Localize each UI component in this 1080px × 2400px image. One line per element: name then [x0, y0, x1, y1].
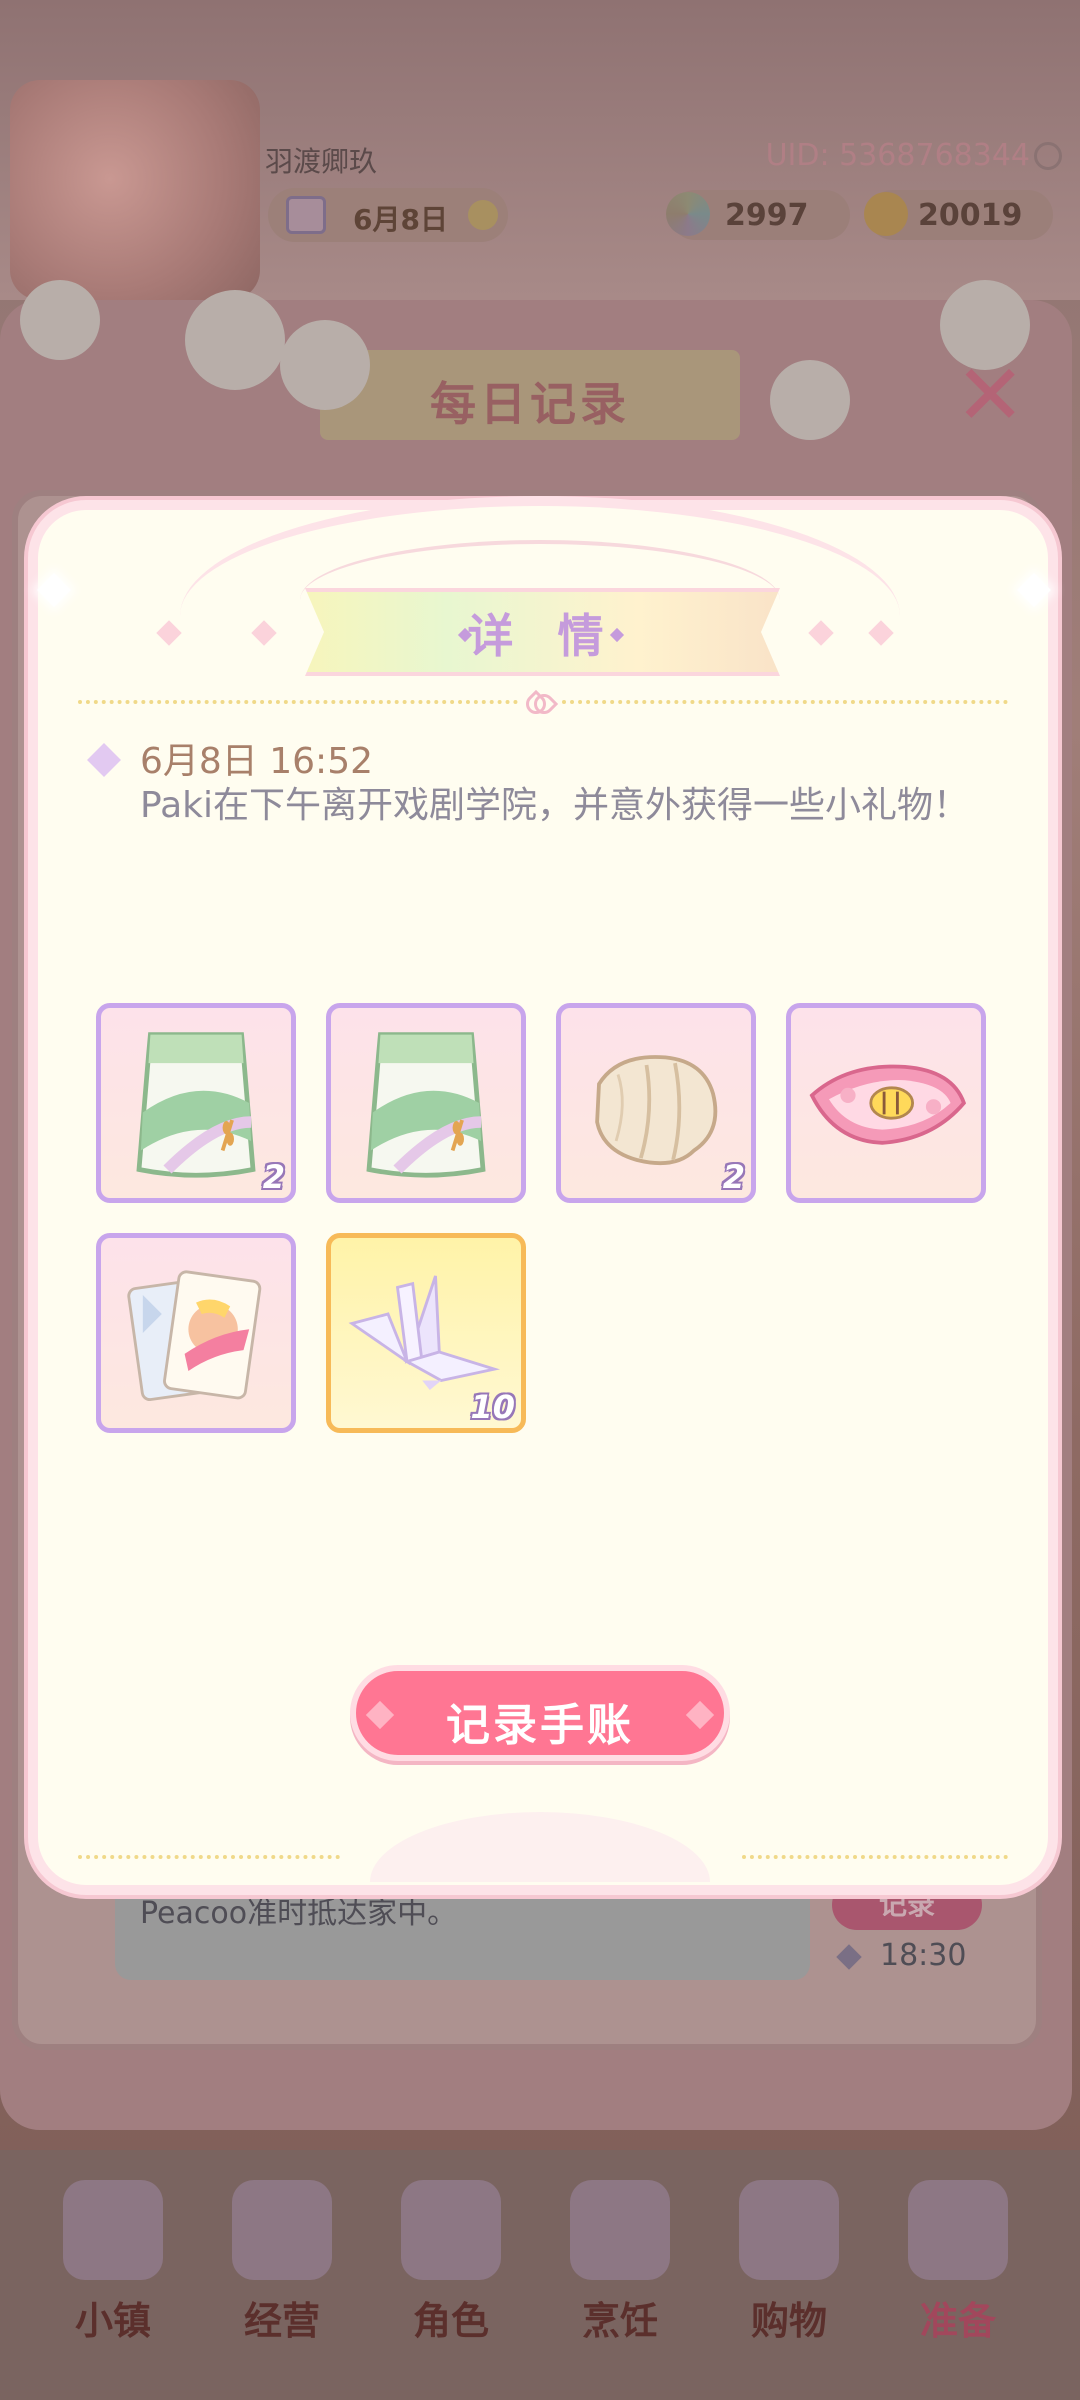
- nav-label: 经营: [243, 2299, 320, 2343]
- gem-count: 2997: [725, 198, 809, 233]
- gem-counter[interactable]: 2997: [666, 190, 850, 240]
- item-count: 10: [470, 1388, 515, 1426]
- avatar[interactable]: [10, 80, 260, 300]
- calendar-icon: [286, 196, 326, 234]
- gem-icon: [666, 192, 710, 236]
- rose-decoration: [20, 280, 100, 360]
- top-bar: 羽渡卿玖 UID: 5368768344 6月8日 2997 20019: [0, 0, 1080, 300]
- item-count: 2: [722, 1158, 745, 1196]
- reward-item-cloth[interactable]: 2: [556, 1003, 756, 1203]
- coin-icon: [864, 192, 908, 236]
- rose-decoration: [280, 320, 370, 410]
- message-text: Paki在下午离开戏剧学院，并意外获得一些小礼物！: [140, 785, 970, 826]
- nav-prepare[interactable]: 准备: [883, 2180, 1033, 2343]
- sandwich-icon: [570, 2180, 670, 2280]
- copy-icon[interactable]: [1034, 142, 1062, 170]
- reward-item-flour[interactable]: 2: [96, 1003, 296, 1203]
- nav-shopping[interactable]: 购物: [714, 2180, 864, 2343]
- reward-item-flour[interactable]: [326, 1003, 526, 1203]
- player-name: 羽渡卿玖: [265, 145, 378, 178]
- shop-bag-icon: [232, 2180, 332, 2280]
- reward-item-cards[interactable]: [96, 1233, 296, 1433]
- flour-bag-icon: [366, 1032, 486, 1178]
- playing-cards-icon: [127, 1270, 262, 1402]
- divider-line: [742, 1855, 1008, 1859]
- basket-icon: [908, 2180, 1008, 2280]
- nav-label: 准备: [919, 2299, 996, 2343]
- character-icon: [401, 2180, 501, 2280]
- journal-title: 每日记录: [430, 377, 630, 431]
- reward-item-crane[interactable]: 10: [326, 1233, 526, 1433]
- nav-label: 小镇: [74, 2299, 151, 2343]
- nav-business[interactable]: 经营: [207, 2180, 357, 2343]
- journal-title-banner: 每日记录: [320, 350, 740, 440]
- nav-label: 烹饪: [581, 2299, 658, 2343]
- date-text: 6月8日: [353, 203, 448, 236]
- divider-line: [562, 700, 1008, 704]
- nav-cooking[interactable]: 烹饪: [545, 2180, 695, 2343]
- shopping-bag-icon: [739, 2180, 839, 2280]
- rose-decoration: [185, 290, 285, 390]
- close-button[interactable]: ✕: [955, 353, 1025, 437]
- date-pill[interactable]: 6月8日: [268, 188, 508, 242]
- rose-decoration: [770, 360, 850, 440]
- divider-line: [78, 700, 518, 704]
- journal-entry-time: 18:30: [880, 1938, 967, 1973]
- nav-label: 角色: [412, 2299, 489, 2343]
- pink-napkin-icon: [809, 1064, 967, 1145]
- record-journal-label: 记录手账: [446, 1700, 634, 1751]
- item-count: 2: [262, 1158, 285, 1196]
- dialog-title: 详 情: [467, 609, 618, 663]
- nav-town[interactable]: 小镇: [38, 2180, 188, 2343]
- coin-counter[interactable]: 20019: [864, 190, 1053, 240]
- record-journal-button[interactable]: 记录手账: [350, 1665, 730, 1761]
- nav-characters[interactable]: 角色: [376, 2180, 526, 2343]
- bow-icon: [526, 694, 554, 710]
- message-time: 6月8日 16:52: [140, 741, 373, 782]
- coin-count: 20019: [918, 198, 1023, 233]
- divider-line: [78, 1855, 340, 1859]
- sun-icon: [468, 200, 498, 230]
- nav-label: 购物: [750, 2299, 827, 2343]
- map-icon: [63, 2180, 163, 2280]
- reward-item-napkin[interactable]: [786, 1003, 986, 1203]
- uid-label: UID: 5368768344: [765, 138, 1030, 173]
